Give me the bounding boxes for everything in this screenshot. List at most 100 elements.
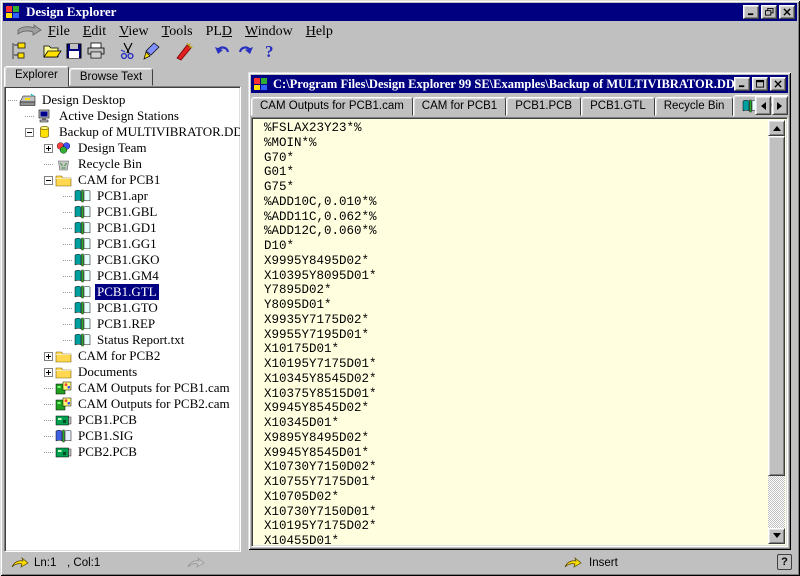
tree-item-pcb2-pcb[interactable]: PCB2.PCB	[5, 444, 240, 460]
menu-edit[interactable]: Edit	[83, 24, 106, 40]
minimize-button[interactable]	[743, 5, 759, 19]
toolbar: ?	[3, 42, 797, 65]
tree-item-pcb1-gko[interactable]: PCB1.GKO	[5, 252, 240, 268]
camout-icon	[55, 381, 72, 395]
camdoc-icon	[74, 301, 91, 315]
camdoc-icon	[74, 221, 91, 235]
book-icon	[55, 429, 72, 443]
menu-items: File Edit View Tools PLD Window Help	[48, 24, 333, 40]
wand-button[interactable]	[172, 42, 196, 64]
menu-pld[interactable]: PLD	[206, 24, 232, 40]
tree-item-label: PCB1.GG1	[95, 236, 159, 252]
expand-icon[interactable]	[41, 348, 55, 364]
document-tab-cam-for-pcb1[interactable]: CAM for PCB1	[413, 97, 506, 116]
editor-area[interactable]: %FSLAX23Y23*% %MOIN*% G70* G01* G75* %AD…	[251, 117, 788, 547]
scroll-down-button[interactable]	[768, 528, 785, 544]
status-col: , Col:1	[67, 557, 100, 569]
help-button[interactable]: ?	[258, 42, 282, 64]
tree-item-label: Documents	[76, 364, 139, 380]
close-button[interactable]	[779, 5, 795, 19]
tree-item-pcb1-gg1[interactable]: PCB1.GG1	[5, 236, 240, 252]
tree-item-backup-of-multivibrator-ddb[interactable]: Backup of MULTIVIBRATOR.DDB	[5, 124, 240, 140]
tree-item-pcb1-gm4[interactable]: PCB1.GM4	[5, 268, 240, 284]
doc-close-button[interactable]	[770, 77, 786, 91]
tab-explorer[interactable]: Explorer	[4, 66, 69, 87]
tree-item-label: CAM Outputs for PCB1.cam	[76, 380, 232, 396]
restore-button[interactable]	[761, 5, 777, 19]
scroll-up-button[interactable]	[768, 120, 785, 136]
document-tab-pcb1-gtl[interactable]: PCB1.GTL	[581, 97, 655, 116]
collapse-icon[interactable]	[41, 172, 55, 188]
document-tab-recycle-bin[interactable]: Recycle Bin	[655, 97, 734, 116]
brush-button[interactable]	[140, 42, 164, 64]
tab-browse-text[interactable]: Browse Text	[69, 68, 153, 86]
main-titlebar: Design Explorer	[3, 3, 797, 21]
tab-scroll-left-button[interactable]	[755, 96, 771, 115]
doc-minimize-button[interactable]	[734, 77, 750, 91]
team-icon	[55, 141, 72, 155]
tree-item-design-team[interactable]: Design Team	[5, 140, 240, 156]
tab-scroll-right-button[interactable]	[772, 96, 788, 115]
undo-icon	[212, 41, 232, 66]
expand-icon[interactable]	[41, 364, 55, 380]
status-help-button[interactable]: ?	[777, 554, 792, 570]
tree-item-pcb1-gbl[interactable]: PCB1.GBL	[5, 204, 240, 220]
open-document-button[interactable]	[40, 42, 64, 64]
pcb-icon	[55, 445, 72, 459]
tree-stub	[60, 188, 74, 204]
tree-item-label: PCB1.apr	[95, 188, 150, 204]
tree-item-pcb1-gtl[interactable]: PCB1.GTL	[5, 284, 240, 300]
tree-stub	[60, 332, 74, 348]
tree-item-active-design-stations[interactable]: Active Design Stations	[5, 108, 240, 124]
tree-item-status-report-txt[interactable]: Status Report.txt	[5, 332, 240, 348]
editor-text[interactable]: %FSLAX23Y23*% %MOIN*% G70* G01* G75* %AD…	[252, 118, 787, 547]
save-document-button[interactable]	[62, 42, 86, 64]
tree-item-label: Design Team	[76, 140, 149, 156]
menu-window[interactable]: Window	[245, 24, 293, 40]
document-tab-cam-outputs-for-pcb1-cam[interactable]: CAM Outputs for PCB1.cam	[251, 97, 413, 116]
status-line: Ln:1	[34, 557, 56, 569]
tree-item-design-desktop[interactable]: Design Desktop	[5, 92, 240, 108]
tree-item-documents[interactable]: Documents	[5, 364, 240, 380]
redo-button[interactable]	[234, 42, 258, 64]
tree-stub	[60, 268, 74, 284]
document-window-controls	[734, 77, 786, 91]
design-menu-arrow-icon[interactable]	[16, 24, 42, 39]
tree-item-pcb1-apr[interactable]: PCB1.apr	[5, 188, 240, 204]
tree-item-label: CAM for PCB1	[76, 172, 162, 188]
menu-view[interactable]: View	[119, 24, 149, 40]
cut-button[interactable]	[116, 42, 140, 64]
tree-stub	[41, 428, 55, 444]
tree-item-label: PCB1.PCB	[76, 412, 139, 428]
vertical-scrollbar[interactable]	[768, 120, 785, 544]
undo-button[interactable]	[210, 42, 234, 64]
tree-item-cam-outputs-for-pcb1-cam[interactable]: CAM Outputs for PCB1.cam	[5, 380, 240, 396]
doc-maximize-button[interactable]	[752, 77, 768, 91]
tree-item-pcb1-gd1[interactable]: PCB1.GD1	[5, 220, 240, 236]
document-tab-pcb1-pcb[interactable]: PCB1.PCB	[506, 97, 581, 116]
menu-tools[interactable]: Tools	[162, 24, 193, 40]
tree-item-cam-for-pcb1[interactable]: CAM for PCB1	[5, 172, 240, 188]
print-button[interactable]	[84, 42, 108, 64]
collapse-icon[interactable]	[22, 124, 36, 140]
tree-item-pcb1-rep[interactable]: PCB1.REP	[5, 316, 240, 332]
tree-item-label: Design Desktop	[40, 92, 127, 108]
camdoc-icon	[74, 333, 91, 347]
tree-item-label: PCB1.GKO	[95, 252, 162, 268]
menu-file[interactable]: File	[48, 24, 70, 40]
menu-help[interactable]: Help	[306, 24, 333, 40]
tree-item-pcb1-sig[interactable]: PCB1.SIG	[5, 428, 240, 444]
tree-item-recycle-bin[interactable]: Recycle Bin	[5, 156, 240, 172]
scroll-thumb[interactable]	[768, 136, 785, 476]
expand-icon[interactable]	[41, 140, 55, 156]
brush-icon	[142, 41, 162, 66]
tree-stub	[60, 204, 74, 220]
tree-item-cam-outputs-for-pcb2-cam[interactable]: CAM Outputs for PCB2.cam	[5, 396, 240, 412]
explorer-panel-toggle-button[interactable]	[7, 42, 31, 64]
tree-item-pcb1-gto[interactable]: PCB1.GTO	[5, 300, 240, 316]
tree-item-cam-for-pcb2[interactable]: CAM for PCB2	[5, 348, 240, 364]
camdoc-icon	[74, 205, 91, 219]
tree-stub	[60, 236, 74, 252]
tree-item-pcb1-pcb[interactable]: PCB1.PCB	[5, 412, 240, 428]
tree-item-label: Recycle Bin	[76, 156, 144, 172]
